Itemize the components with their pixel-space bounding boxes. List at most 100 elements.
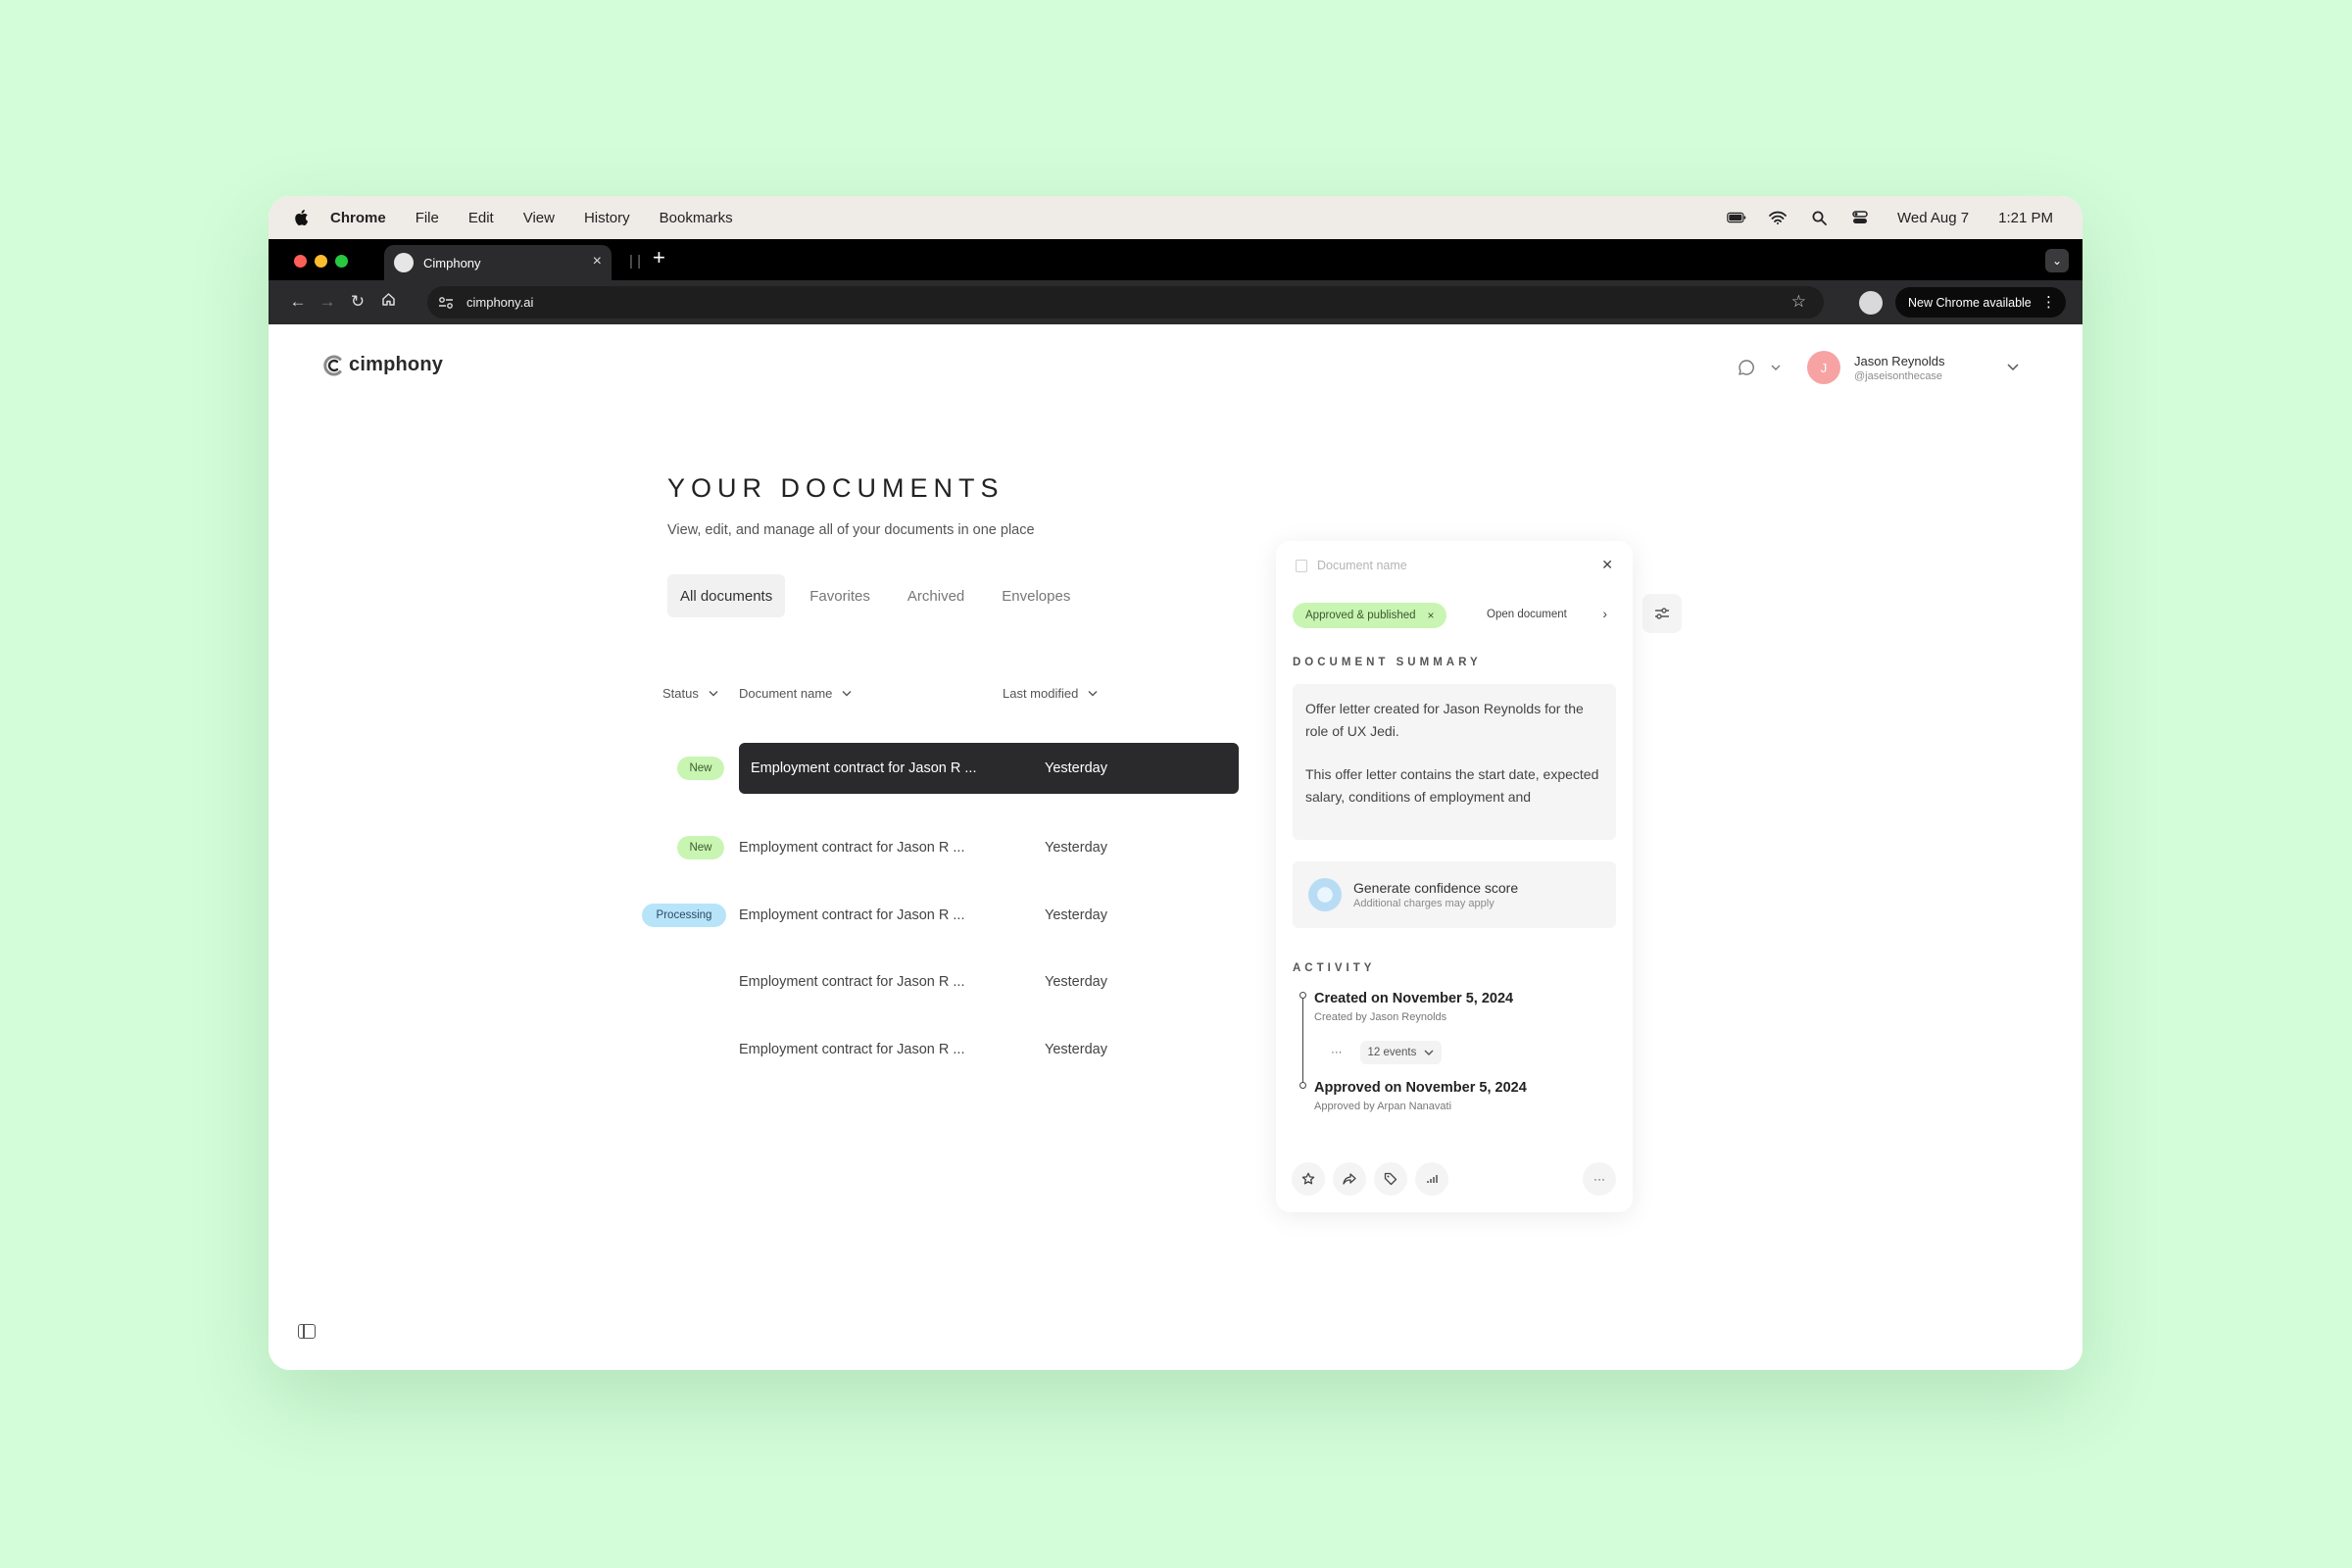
events-count-pill[interactable]: 12 events [1359, 1041, 1443, 1064]
document-details-panel: Document name ✕ Approved & published × O… [1276, 541, 1633, 1212]
filter-sliders-button[interactable] [1642, 594, 1682, 633]
status-chip[interactable]: Approved & published × [1293, 603, 1446, 628]
analytics-bars-icon[interactable] [1415, 1162, 1448, 1196]
events-count: 12 events [1367, 1047, 1417, 1058]
timeline-dot [1299, 1082, 1306, 1089]
menubar-date[interactable]: Wed Aug 7 [1897, 210, 1969, 226]
sidebar-toggle-icon[interactable] [298, 1324, 316, 1339]
reload-icon[interactable]: ↻ [348, 292, 368, 312]
chevron-down-icon [1424, 1050, 1434, 1055]
menu-view[interactable]: View [523, 210, 555, 226]
window-zoom-button[interactable] [335, 255, 348, 268]
chevron-down-icon[interactable] [1762, 354, 1789, 381]
control-center-icon[interactable] [1850, 210, 1870, 225]
browser-toolbar: ← → ↻ cimphony.ai ☆ New Chrome available… [269, 280, 2082, 324]
spotlight-search-icon[interactable] [1809, 210, 1829, 225]
chevron-down-icon [1088, 690, 1098, 696]
window-minimize-button[interactable] [315, 255, 327, 268]
user-avatar[interactable]: J [1807, 351, 1840, 384]
table-row[interactable]: Employment contract for Jason R ... Yest… [739, 956, 1239, 1007]
activity-events-toggle[interactable]: ··· 12 events [1331, 1041, 1443, 1064]
cimphony-logo[interactable]: cimphony [323, 354, 443, 376]
table-row[interactable]: Employment contract for Jason R ... Yest… [739, 822, 1239, 873]
activity-approved-by: Approved by Arpan Nanavati [1314, 1101, 1452, 1112]
favorite-star-icon[interactable] [1292, 1162, 1325, 1196]
chat-bubble-icon[interactable] [1733, 354, 1760, 381]
last-modified: Yesterday [1045, 760, 1107, 776]
last-modified-column-header[interactable]: Last modified [1003, 686, 1098, 701]
status-column-header[interactable]: Status [662, 686, 718, 701]
tab-search-chevron-icon[interactable]: ⌄ [2045, 249, 2069, 272]
page-subtitle: View, edit, and manage all of your docum… [667, 522, 1035, 538]
activity-approved-title: Approved on November 5, 2024 [1314, 1080, 1527, 1096]
page-title: YOUR DOCUMENTS [667, 473, 1004, 503]
status-badge: New [677, 757, 724, 780]
document-name-column-header[interactable]: Document name [739, 686, 852, 701]
status-badge: Processing [642, 904, 726, 927]
close-panel-icon[interactable]: ✕ [1601, 557, 1613, 573]
forward-arrow-icon[interactable]: → [318, 292, 337, 312]
menu-edit[interactable]: Edit [468, 210, 494, 226]
summary-paragraph: Offer letter created for Jason Reynolds … [1305, 701, 1584, 739]
home-icon[interactable] [378, 292, 398, 312]
last-modified: Yesterday [1045, 974, 1107, 990]
modified-header-label: Last modified [1003, 686, 1079, 701]
tab-all-documents[interactable]: All documents [667, 574, 786, 617]
last-modified: Yesterday [1045, 1042, 1107, 1057]
tag-icon[interactable] [1374, 1162, 1407, 1196]
wifi-icon[interactable] [1768, 210, 1788, 225]
user-info[interactable]: Jason Reynolds @jaseisonthecase [1854, 354, 1982, 382]
tab-title: Cimphony [423, 255, 481, 270]
status-badge: New [677, 836, 724, 859]
activity-created-title: Created on November 5, 2024 [1314, 991, 1514, 1006]
window-close-button[interactable] [294, 255, 307, 268]
document-name-field[interactable]: Document name [1296, 559, 1407, 572]
activity-section-label: ACTIVITY [1293, 962, 1376, 974]
generate-confidence-score-button[interactable]: Generate confidence score Additional cha… [1293, 861, 1616, 928]
bookmark-star-icon[interactable]: ☆ [1791, 292, 1806, 312]
url-text[interactable]: cimphony.ai [466, 295, 533, 310]
new-chrome-available-button[interactable]: New Chrome available ⋮ [1895, 287, 2066, 318]
table-row[interactable]: Employment contract for Jason R ... Yest… [739, 890, 1239, 941]
summary-paragraph: This offer letter contains the start dat… [1305, 766, 1599, 805]
document-icon [1296, 559, 1307, 572]
open-document-link[interactable]: Open document [1487, 609, 1567, 620]
address-bar[interactable]: cimphony.ai ☆ [427, 286, 1824, 318]
tab-divider: | | [629, 253, 641, 270]
timeline-line [1302, 996, 1303, 1086]
tab-envelopes[interactable]: Envelopes [989, 574, 1083, 617]
menu-history[interactable]: History [584, 210, 630, 226]
menu-bookmarks[interactable]: Bookmarks [660, 210, 733, 226]
macos-menubar: Chrome File Edit View History Bookmarks … [269, 196, 2082, 239]
menu-app-chrome[interactable]: Chrome [330, 210, 386, 226]
new-tab-button[interactable]: + [653, 245, 665, 270]
back-arrow-icon[interactable]: ← [288, 292, 308, 312]
summary-section-label: DOCUMENT SUMMARY [1293, 657, 1482, 668]
more-options-button[interactable]: ··· [1583, 1162, 1616, 1196]
browser-profile-avatar[interactable] [1859, 291, 1883, 315]
document-name: Employment contract for Jason R ... [739, 974, 965, 990]
remove-status-icon[interactable]: × [1428, 609, 1435, 622]
chevron-right-icon[interactable]: › [1602, 606, 1607, 621]
table-row[interactable]: Employment contract for Jason R ... Yest… [739, 743, 1239, 794]
menubar-time[interactable]: 1:21 PM [1998, 210, 2053, 226]
menu-file[interactable]: File [416, 210, 439, 226]
page-content: cimphony J Jason Reynolds @jaseisontheca… [269, 324, 2082, 1370]
table-row[interactable]: Employment contract for Jason R ... Yest… [739, 1024, 1239, 1075]
tab-favicon [394, 253, 414, 272]
apple-icon[interactable] [293, 209, 309, 226]
chevron-down-icon [842, 690, 852, 696]
tab-favorites[interactable]: Favorites [797, 574, 883, 617]
more-dots-icon[interactable]: ··· [1331, 1047, 1343, 1058]
tab-archived[interactable]: Archived [895, 574, 977, 617]
share-arrow-icon[interactable] [1333, 1162, 1366, 1196]
cimphony-logo-mark-icon [323, 355, 342, 375]
user-menu-chevron-down-icon[interactable] [1999, 354, 2027, 381]
last-modified: Yesterday [1045, 840, 1107, 856]
site-settings-icon[interactable] [437, 296, 455, 310]
browser-tab[interactable]: Cimphony × [384, 245, 612, 280]
kebab-menu-icon[interactable]: ⋮ [2041, 293, 2056, 311]
activity-created-by: Created by Jason Reynolds [1314, 1011, 1447, 1023]
tab-close-icon[interactable]: × [593, 253, 602, 270]
battery-icon[interactable] [1727, 210, 1746, 225]
